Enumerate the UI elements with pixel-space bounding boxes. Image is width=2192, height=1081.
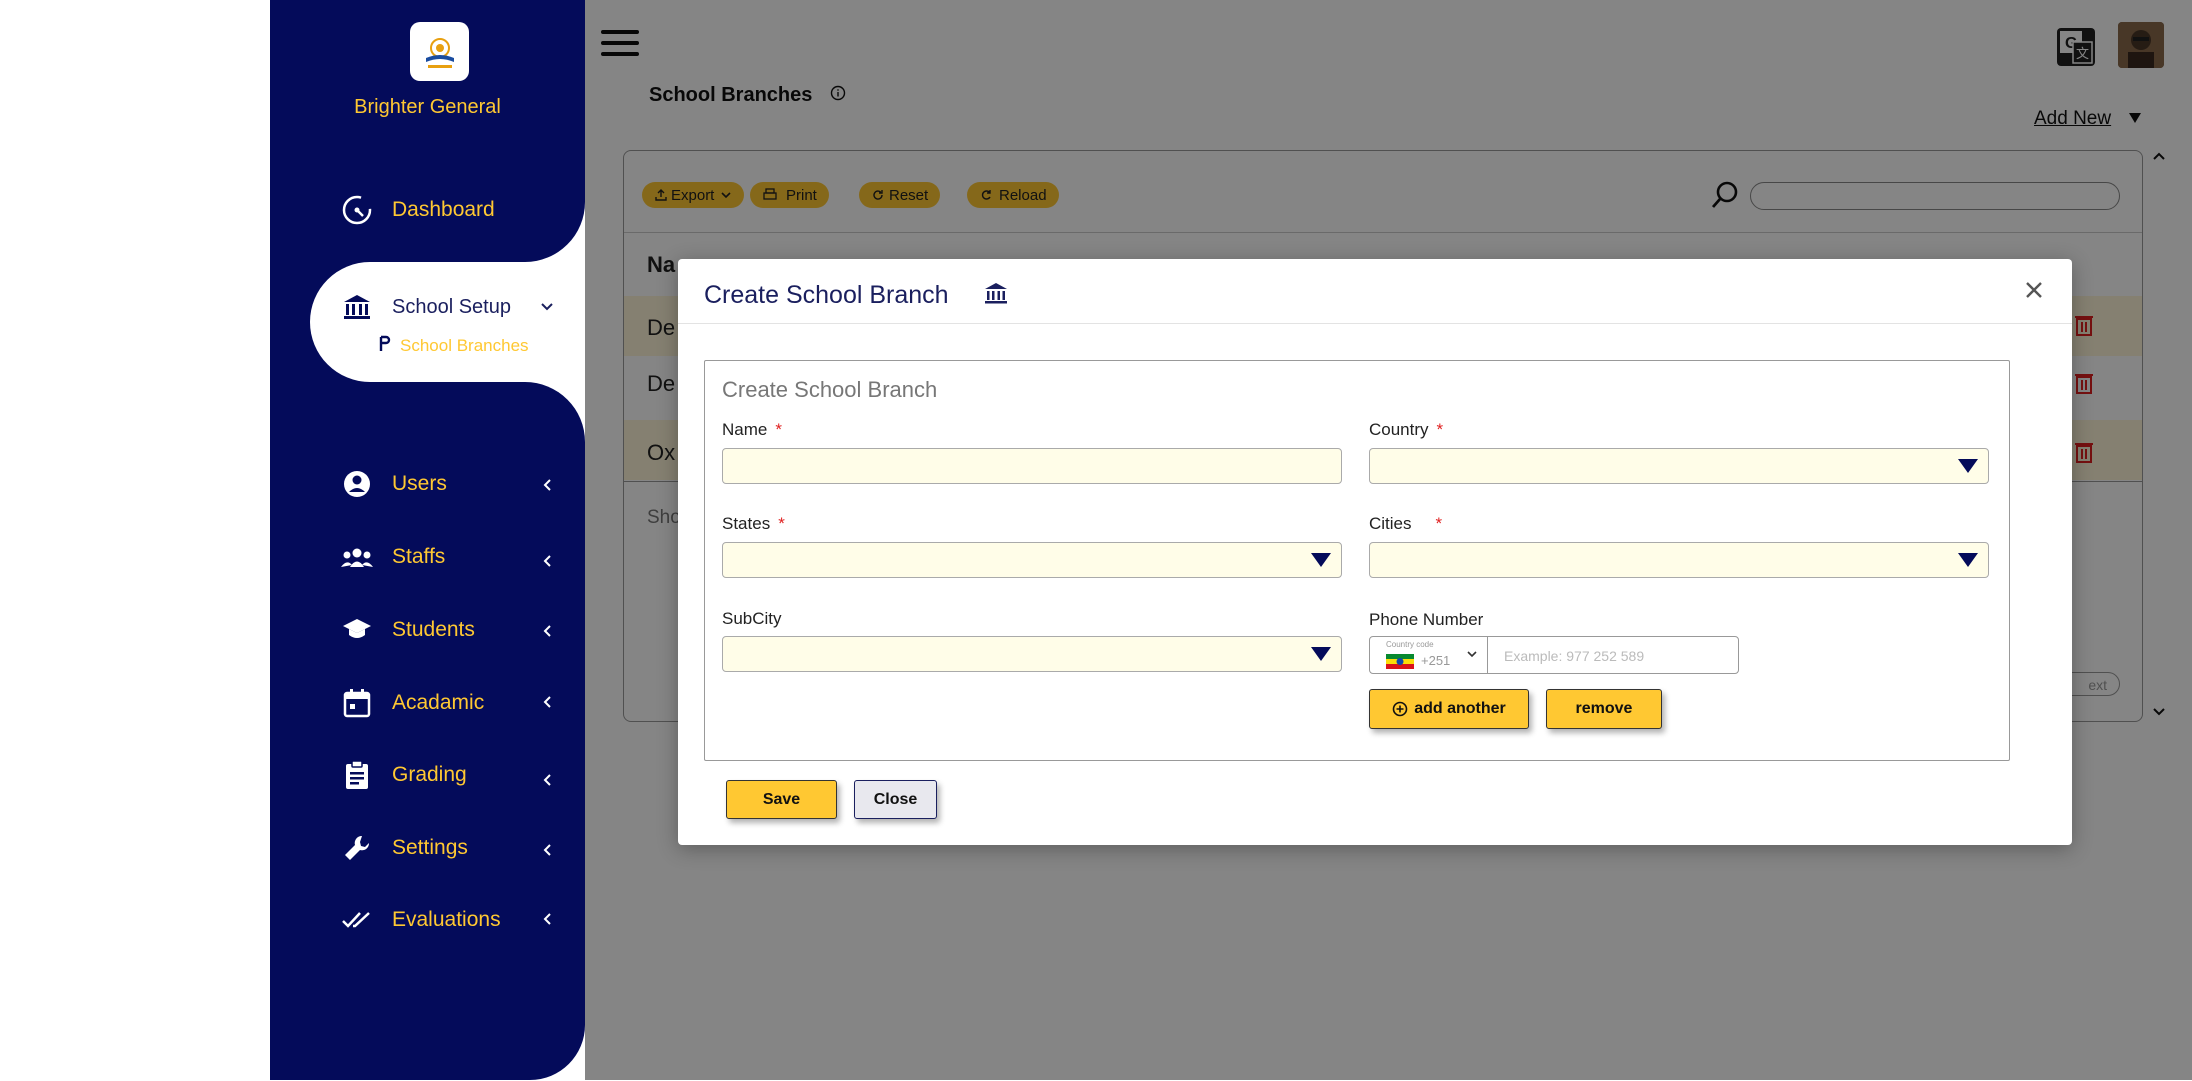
sidebar-item-label: Acadamic [392, 691, 485, 714]
sidebar-item-label: Users [392, 472, 447, 495]
country-code-value: +251 [1421, 653, 1451, 668]
sidebar-item-students[interactable]: Students [340, 610, 475, 650]
wrench-icon [340, 831, 374, 865]
branch-icon [379, 335, 391, 351]
sidebar-item-dashboard[interactable]: Dashboard [340, 190, 495, 230]
caret-down-icon [1311, 647, 1331, 661]
chevron-left-icon [543, 479, 551, 491]
bank-icon [340, 290, 374, 324]
cities-select[interactable] [1369, 542, 1989, 578]
label-text: Cities [1369, 514, 1412, 533]
user-circle-icon [340, 467, 374, 501]
phone-number-input[interactable]: Example: 977 252 589 [1488, 637, 1738, 673]
sidebar-subitem-school-branches[interactable]: School Branches [400, 336, 529, 356]
clipboard-icon [340, 758, 374, 792]
sidebar-item-label: Staffs [392, 545, 446, 568]
chevron-left-icon [543, 774, 551, 786]
chevron-down-icon[interactable] [540, 301, 554, 313]
name-label: Name * [722, 420, 782, 440]
close-button[interactable]: Close [854, 780, 937, 819]
sidebar-item-evaluations[interactable]: Evaluations [340, 900, 501, 940]
sidebar-item-settings[interactable]: Settings [340, 828, 468, 868]
caret-down-icon [1958, 459, 1978, 473]
label-text: States [722, 514, 771, 533]
speedometer-icon [340, 193, 374, 227]
chevron-left-icon [543, 625, 551, 637]
required-mark: * [1435, 514, 1443, 533]
brand-name: Brighter General [354, 96, 501, 118]
divider [678, 323, 2072, 324]
required-mark: * [1436, 420, 1444, 439]
save-button[interactable]: Save [726, 780, 837, 819]
required-mark: * [778, 514, 785, 533]
ethiopia-flag-icon [1386, 654, 1414, 669]
caret-down-icon [1958, 553, 1978, 567]
country-label: Country * [1369, 420, 1443, 440]
chevron-left-icon [543, 844, 551, 856]
chevron-left-icon [543, 555, 551, 567]
sidebar-item-staffs[interactable]: Staffs [340, 537, 445, 577]
calendar-icon [340, 686, 374, 720]
country-code-select[interactable]: Country code +251 [1370, 637, 1488, 673]
sidebar-item-label: Evaluations [392, 908, 501, 931]
sidebar-item-users[interactable]: Users [340, 464, 447, 504]
sidebar-item-grading[interactable]: Grading [340, 755, 467, 795]
sidebar-item-label: Grading [392, 763, 467, 786]
remove-button[interactable]: remove [1546, 689, 1662, 729]
phone-placeholder: Example: 977 252 589 [1504, 648, 1645, 664]
sidebar-item-school-setup[interactable]: School Setup [340, 287, 511, 327]
add-another-label: add another [1414, 700, 1506, 717]
sidebar-item-label: Settings [392, 836, 468, 859]
graduation-cap-icon [340, 613, 374, 647]
chevron-down-icon [1467, 651, 1477, 658]
states-label: States * [722, 514, 785, 534]
sidebar-item-label: Students [392, 618, 475, 641]
required-mark: * [775, 420, 782, 439]
create-branch-modal: Create School Branch Create School Branc… [678, 259, 2072, 845]
phone-label: Phone Number [1369, 610, 1484, 629]
sidebar-item-acadamic[interactable]: Acadamic [340, 683, 484, 723]
bank-icon [985, 283, 1007, 304]
subcity-select[interactable] [722, 636, 1342, 672]
phone-input-group: Country code +251 Example: 977 252 589 [1369, 636, 1739, 674]
form-fieldset: Create School Branch Name * Country * Stat… [704, 360, 2010, 761]
caret-down-icon [1311, 553, 1331, 567]
add-another-button[interactable]: add another [1369, 689, 1529, 729]
country-code-label: Country code [1386, 640, 1434, 649]
plus-circle-icon [1392, 701, 1408, 717]
name-input[interactable] [722, 448, 1342, 484]
subcity-label: SubCity [722, 609, 782, 628]
double-check-icon [340, 903, 374, 937]
country-select[interactable] [1369, 448, 1989, 484]
cities-label: Cities * [1369, 514, 1442, 534]
chevron-left-icon [543, 913, 551, 925]
sidebar-item-label: School Setup [392, 295, 511, 318]
label-text: Name [722, 420, 768, 439]
close-icon[interactable] [2019, 275, 2049, 305]
chevron-left-icon [543, 696, 551, 708]
label-text: Country [1369, 420, 1429, 439]
modal-title: Create School Branch [704, 281, 949, 309]
states-select[interactable] [722, 542, 1342, 578]
logo [410, 22, 469, 81]
sidebar-item-label: Dashboard [392, 198, 495, 221]
group-icon [340, 540, 374, 574]
fieldset-legend: Create School Branch [722, 377, 938, 402]
